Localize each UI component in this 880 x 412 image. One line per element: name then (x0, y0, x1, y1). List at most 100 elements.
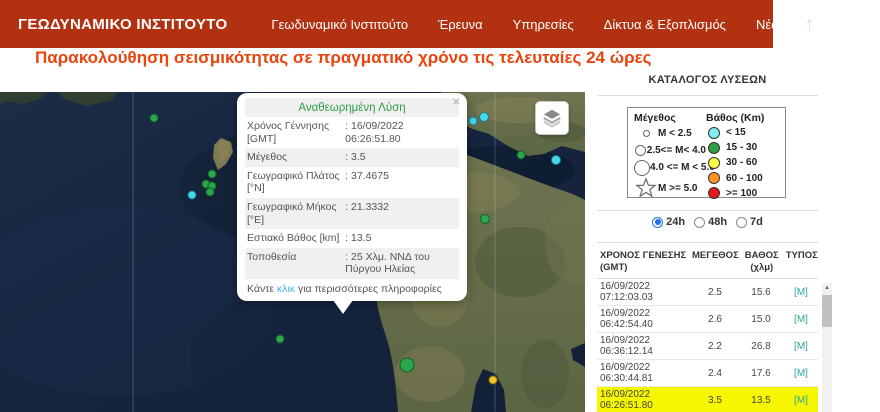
popup-footer-text: Κάντε (247, 282, 277, 295)
table-row[interactable]: 16/09/2022 07:12:03.03 2.5 15.6 [M] (597, 279, 818, 306)
quake-marker[interactable] (479, 112, 489, 122)
cell-magnitude: 2.5 (708, 286, 722, 298)
catalog-title: ΚΑΤΑΛΟΓΟΣ ΛΥΣΕΩΝ (648, 74, 767, 86)
divider (597, 210, 818, 211)
quake-marker[interactable] (207, 169, 217, 179)
table-row[interactable]: 16/09/2022 06:36:12.14 2.2 26.8 [M] (597, 333, 818, 360)
quake-marker[interactable] (399, 357, 415, 373)
magnitude-legend-title: Μέγεθος (634, 112, 676, 124)
depth-legend-item: 60 - 100 (706, 171, 785, 186)
table-header-cell: ΤΥΠΟΣ (785, 250, 818, 261)
nav-item[interactable]: Υπηρεσίες (513, 17, 574, 32)
cell-depth: 15.6 (751, 286, 771, 298)
map-canvas[interactable]: × Αναθεωρημένη Λύση Χρόνος Γέννησης [GMT… (0, 92, 585, 412)
type-link[interactable]: [M] (794, 368, 808, 379)
time-filter-48h[interactable]: 48h (694, 216, 727, 228)
quake-marker[interactable] (205, 187, 215, 197)
table-row[interactable]: 16/09/2022 06:42:54.40 2.6 15.0 [M] (597, 306, 818, 333)
nav-item[interactable]: Γεωδυναμικό Ινστιτούτο (271, 17, 408, 32)
top-nav: ΓΕΩΔΥΝΑΜΙΚΟ ΙΝΣΤΙΤΟΥΤΟ Γεωδυναμικό Ινστι… (0, 0, 814, 48)
time-filter-label: 7d (750, 216, 763, 228)
depth-legend-item: >= 100 (706, 186, 785, 201)
depth-dot-icon (708, 187, 720, 200)
cell-time: 16/09/2022 06:26:51.80 (600, 389, 653, 411)
depth-legend-label: < 15 (726, 127, 746, 139)
popup-field-value: : 21.3332 (345, 200, 389, 213)
cell-depth: 13.5 (751, 394, 771, 406)
table-row[interactable]: 16/09/2022 06:30:44.81 2.4 17.6 [M] (597, 360, 818, 387)
popup-field-label: Μέγεθος (247, 151, 288, 164)
depth-legend-item: 30 - 60 (706, 155, 785, 170)
cell-type: [M] (784, 395, 818, 406)
cell-time: 16/09/2022 06:30:44.81 (600, 362, 653, 384)
popup-field-label: Τοποθεσία (247, 250, 297, 263)
radio-icon[interactable] (652, 216, 664, 228)
quake-marker[interactable] (468, 116, 478, 126)
scrollbar-thumb[interactable] (822, 295, 832, 327)
quake-marker[interactable] (187, 190, 197, 200)
popup-field-row: Γεωγραφικό Πλάτος [°N] : 37.4675 (245, 167, 459, 198)
type-link[interactable]: [M] (794, 395, 808, 406)
scrollbar-up-icon[interactable]: ▲ (822, 285, 832, 291)
depth-legend: Βάθος (Km) < 15 15 - 30 30 - 60 60 - 100 >= … (706, 108, 785, 200)
page: ΓΕΩΔΥΝΑΜΙΚΟ ΙΝΣΤΙΤΟΥΤΟ Γεωδυναμικό Ινστι… (0, 0, 880, 412)
quake-marker[interactable] (551, 155, 561, 165)
table-row[interactable]: 16/09/2022 06:26:51.80 3.5 13.5 [M] (597, 387, 818, 412)
magnitude-legend-item: M < 2.5 (634, 125, 706, 142)
nav-item[interactable]: Δίκτυα & Εξοπλισμός (604, 17, 726, 32)
type-link[interactable]: [M] (794, 287, 808, 298)
popup-footer: Κάντε κλικ για περισσότερες πληροφορίες (245, 279, 459, 297)
nav-item[interactable]: Νέα (756, 17, 779, 32)
circle-icon (634, 145, 647, 156)
depth-dot-icon (708, 126, 720, 139)
popup-field-row: Τοποθεσία : 25 Χλμ. ΝΝΔ του Πύργου Ηλείας (245, 247, 459, 279)
popup-field-value: : 37.4675 (345, 169, 389, 182)
quake-marker[interactable] (480, 214, 490, 224)
cell-type: [M] (784, 287, 818, 298)
magnitude-legend-label: M < 2.5 (658, 128, 692, 139)
depth-legend-item: 15 - 30 (706, 140, 785, 155)
magnitude-legend-item: 4.0 <= M < 5.0 (634, 159, 715, 176)
quake-marker[interactable] (275, 334, 285, 344)
close-icon[interactable]: × (452, 94, 460, 109)
popup-field-label: Εστιακό Βάθος [km] (247, 232, 340, 245)
page-title: Παρακολούθηση σεισμικότητας σε πραγματικ… (35, 48, 652, 67)
more-info-link[interactable]: κλικ (277, 283, 295, 295)
type-link[interactable]: [M] (794, 341, 808, 352)
type-link[interactable]: [M] (794, 314, 808, 325)
popup-field-value: : 25 Χλμ. ΝΝΔ του Πύργου Ηλείας (345, 250, 430, 276)
popup-field-label: Γεωγραφικό Πλάτος [°N] (247, 169, 340, 195)
time-filter-24h[interactable]: 24h (652, 216, 685, 228)
popup-fields: Χρόνος Γέννησης [GMT]: 16/09/2022 06:26:… (245, 117, 459, 279)
legend-box: Μέγεθος M < 2.5 2.5<= M< 4.0 4.0 <= M < 5.… (627, 107, 786, 200)
popup-title: Αναθεωρημένη Λύση (245, 98, 459, 117)
cell-magnitude: 2.4 (708, 367, 722, 379)
radio-icon[interactable] (736, 216, 748, 228)
magnitude-legend-item: M >= 5.0 (634, 176, 706, 200)
circle-icon (634, 159, 650, 176)
nav-item[interactable]: Έρευνα (438, 17, 483, 32)
quake-marker[interactable] (149, 113, 159, 123)
popup-tail (333, 299, 353, 314)
popup-field-row: Μέγεθος: 3.5 (245, 148, 459, 167)
quake-marker[interactable] (516, 150, 526, 160)
time-filter-label: 48h (708, 216, 728, 228)
magnitude-legend-label: 2.5<= M< 4.0 (646, 145, 706, 156)
quake-marker[interactable] (488, 375, 498, 385)
popup-field-row: Γεωγραφικό Μήκος [°E]: 21.3332 (245, 197, 459, 230)
depth-dot-icon (708, 141, 720, 154)
scroll-top-icon[interactable]: ↑ (805, 15, 815, 34)
magnitude-legend-items: M < 2.5 2.5<= M< 4.0 4.0 <= M < 5.0 M >= 5.… (634, 125, 715, 200)
depth-legend-label: 60 - 100 (726, 172, 763, 184)
radio-icon[interactable] (694, 216, 706, 228)
divider (597, 242, 818, 243)
brand-logo[interactable]: ΓΕΩΔΥΝΑΜΙΚΟ ΙΝΣΤΙΤΟΥΤΟ (18, 16, 227, 33)
star-icon (634, 177, 658, 199)
divider (597, 95, 818, 96)
cell-depth: 17.6 (751, 367, 771, 379)
layers-control-button[interactable] (535, 101, 569, 135)
time-filter-7d[interactable]: 7d (736, 216, 763, 228)
table-header-cell: ΧΡΟΝΟΣ ΓΕΝΕΣΗΣ (GMT) (600, 250, 687, 274)
depth-dot-icon (708, 156, 720, 169)
cell-time: 16/09/2022 07:12:03.03 (600, 281, 653, 303)
